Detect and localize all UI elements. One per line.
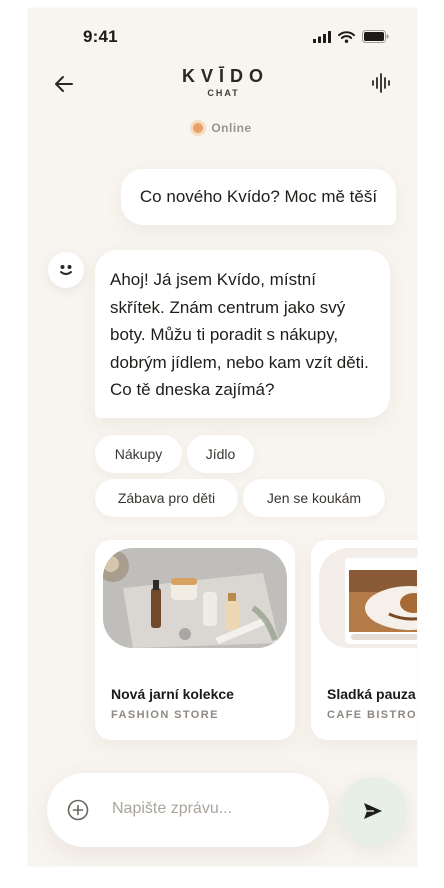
status-bar: 9:41 <box>28 8 417 64</box>
fashion-product-photo <box>103 548 287 648</box>
quick-reply-just-browsing[interactable]: Jen se koukám <box>243 479 385 517</box>
send-icon <box>364 803 382 819</box>
promo-card-fashion[interactable]: Nová jarní kolekce FASHION STORE <box>95 540 295 740</box>
plus-circle-icon[interactable] <box>67 799 89 821</box>
smiley-face-icon <box>60 265 72 275</box>
status-time: 9:41 <box>83 27 118 46</box>
brand-name: KVĪDO <box>181 66 269 86</box>
bot-message-bubble: Ahoj! Já jsem Kvído, místní skřítek. Zná… <box>95 250 390 418</box>
quick-reply-food[interactable]: Jídlo <box>187 435 254 473</box>
chat-screen: 9:41 KVĪDO CHAT Online Co nového Kvído? … <box>28 8 417 866</box>
chat-header: KVĪDO CHAT <box>28 64 417 112</box>
wifi-icon <box>338 30 355 43</box>
message-composer: Napište zprávu... <box>47 773 329 847</box>
card-title: Nová jarní kolekce <box>111 686 234 702</box>
card-subtitle: FASHION STORE <box>111 709 219 721</box>
voice-waveform-icon[interactable] <box>371 73 391 93</box>
bot-avatar <box>48 252 84 288</box>
battery-icon <box>362 30 389 43</box>
online-status: Online <box>28 121 417 135</box>
quick-reply-kids-fun[interactable]: Zábava pro děti <box>95 479 238 517</box>
promo-card-cafe[interactable]: Sladká pauza CAFE BISTRO <box>311 540 417 740</box>
card-title: Sladká pauza <box>327 686 416 702</box>
quick-reply-shopping[interactable]: Nákupy <box>95 435 182 473</box>
message-input[interactable]: Napište zprávu... <box>112 800 232 818</box>
brand-logo: KVĪDO CHAT <box>28 66 417 98</box>
send-button[interactable] <box>339 777 407 845</box>
bot-message-text: Ahoj! Já jsem Kvído, místní skřítek. Zná… <box>110 270 369 399</box>
user-message-bubble: Co nového Kvído? Moc mě těší <box>121 169 396 225</box>
card-subtitle: CAFE BISTRO <box>327 709 417 721</box>
online-label: Online <box>211 121 252 135</box>
brand-subtitle: CHAT <box>207 88 240 98</box>
online-dot-icon <box>193 123 204 133</box>
signal-icon <box>313 30 331 43</box>
status-icons <box>313 30 389 43</box>
cafe-app-screenshot <box>319 548 417 648</box>
